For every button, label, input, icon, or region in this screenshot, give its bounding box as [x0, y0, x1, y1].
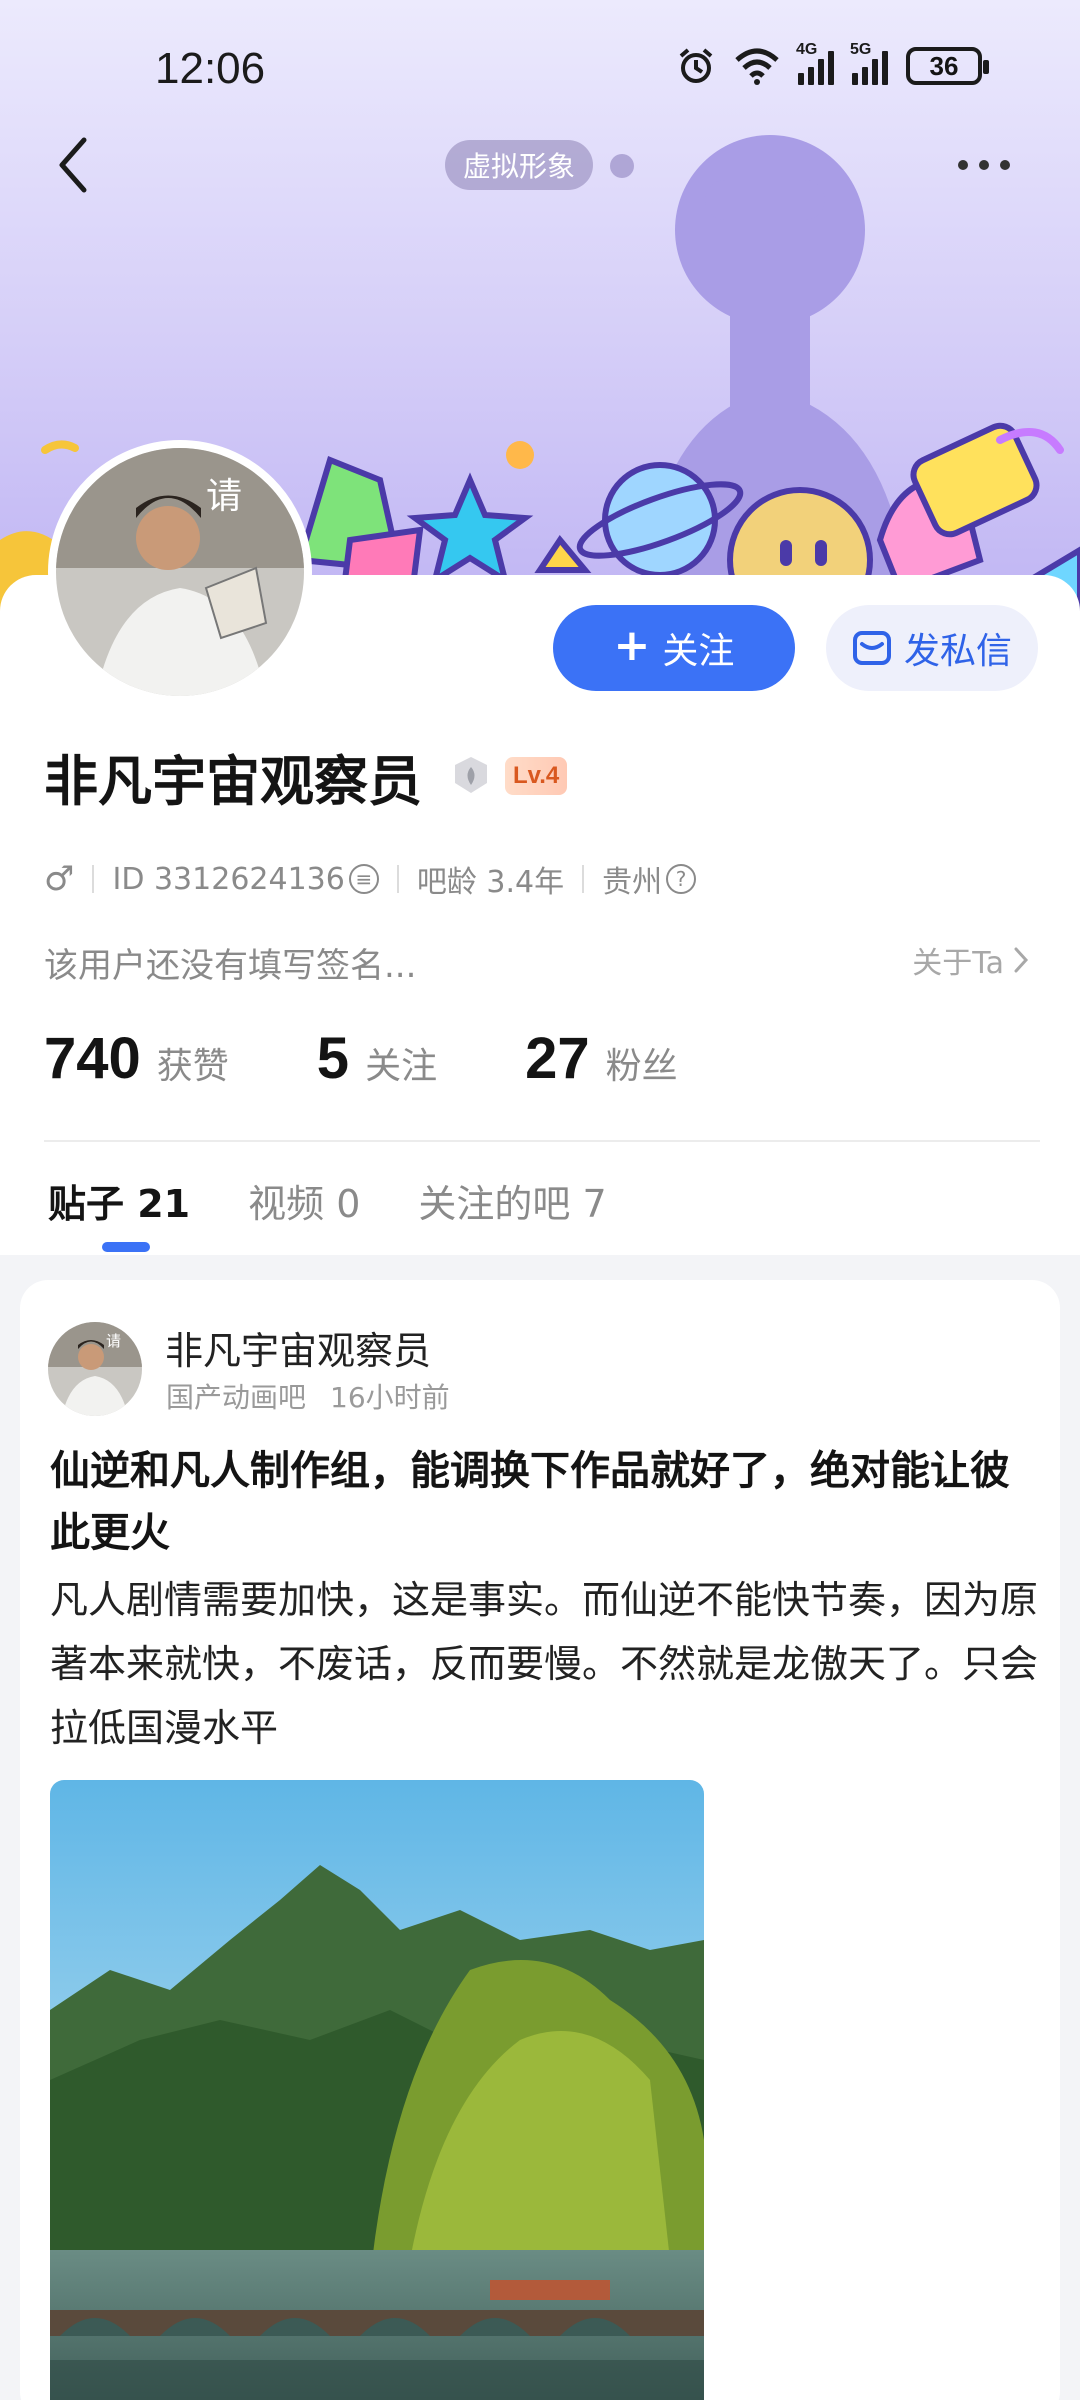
stat-following[interactable]: 5 关注 [317, 1025, 437, 1092]
svg-text:请: 请 [206, 476, 242, 517]
about-label: 关于Ta [912, 946, 1004, 981]
mail-icon [852, 631, 891, 665]
post-forum[interactable]: 国产动画吧 [166, 1376, 306, 1416]
location: 贵州 [602, 865, 663, 900]
gender-icon: ♂ [44, 859, 75, 899]
follow-button[interactable]: + 关注 [553, 605, 795, 691]
tab-followed-forums[interactable]: 关注的吧 7 [418, 1173, 606, 1228]
status-bar: 12:06 4G 5G 36 [0, 0, 1080, 140]
private-message-button[interactable]: 发私信 [826, 605, 1038, 691]
post-author-avatar[interactable]: 请 [48, 1322, 142, 1416]
stat-likes: 740 获赞 [44, 1025, 229, 1092]
tab-videos[interactable]: 视频 0 [248, 1173, 360, 1228]
copy-icon[interactable]: ≡ [348, 864, 379, 894]
indicator-dot [610, 154, 634, 178]
more-icon[interactable] [958, 150, 1022, 180]
clock: 12:06 [155, 44, 266, 93]
stat-value: 27 [525, 1026, 590, 1091]
stats-row: 740 获赞 5 关注 27 粉丝 [44, 1025, 766, 1092]
tieba-age: 吧龄 3.4年 [416, 865, 565, 900]
level-badge: Lv.4 [505, 757, 568, 795]
wifi-icon [735, 48, 779, 85]
private-message-label: 发私信 [903, 631, 1012, 672]
profile-tabs: 贴子 21 视频 0 关注的吧 7 [48, 1173, 607, 1228]
virtual-avatar-tag[interactable]: 虚拟形象 [445, 140, 594, 190]
status-icons: 4G 5G 36 [676, 41, 989, 86]
about-link[interactable]: 关于Ta [912, 938, 1030, 982]
signature: 该用户还没有填写签名... [44, 946, 417, 986]
username: 非凡宇宙观察员 [44, 750, 422, 813]
svg-text:请: 请 [106, 1332, 121, 1350]
post-image[interactable] [50, 1780, 704, 2400]
stat-value: 5 [316, 1026, 350, 1091]
post-time: 16小时前 [330, 1381, 450, 1414]
post-body: 凡人剧情需要加快，这是事实。而仙逆不能快节奏，因为原著本来就快，不废话，反而要慢… [50, 1578, 1039, 1750]
post-card[interactable]: 请 非凡宇宙观察员 国产动画吧 16小时前 仙逆和凡人制作组，能调换下作品就好了… [20, 1280, 1060, 2400]
divider [44, 1140, 1040, 1142]
profile-meta: ♂ ID 3312624136 ≡ 吧龄 3.4年 贵州 ? [44, 857, 697, 901]
avatar[interactable]: 请 [48, 440, 312, 704]
back-arrow-icon[interactable] [48, 130, 98, 200]
stat-value: 740 [44, 1026, 141, 1091]
landscape-photo [50, 1780, 704, 2400]
signal-5g-icon: 5G [850, 41, 888, 85]
plus-icon: + [613, 620, 651, 671]
rank-icon [455, 757, 487, 793]
post-title: 仙逆和凡人制作组，能调换下作品就好了，绝对能让彼此更火 [50, 1448, 1010, 1556]
avatar-image: 请 [56, 448, 304, 696]
post-meta: 国产动画吧 16小时前 [166, 1376, 450, 1416]
user-id: ID 3312624136 [112, 861, 345, 897]
chevron-right-icon [1014, 947, 1029, 973]
stat-fans[interactable]: 27 粉丝 [525, 1025, 678, 1092]
signal-4g-icon: 4G [796, 41, 834, 85]
post-avatar-image: 请 [48, 1322, 142, 1416]
tab-active-indicator [102, 1242, 150, 1252]
stat-label: 获赞 [156, 1046, 229, 1087]
tab-posts[interactable]: 贴子 21 [48, 1173, 190, 1228]
post-author-name[interactable]: 非凡宇宙观察员 [165, 1320, 431, 1375]
follow-label: 关注 [662, 631, 735, 672]
stat-label: 粉丝 [605, 1046, 678, 1087]
stat-label: 关注 [365, 1046, 438, 1087]
alarm-icon [679, 48, 713, 83]
help-icon[interactable]: ? [666, 864, 697, 894]
battery-indicator: 36 [906, 47, 989, 85]
